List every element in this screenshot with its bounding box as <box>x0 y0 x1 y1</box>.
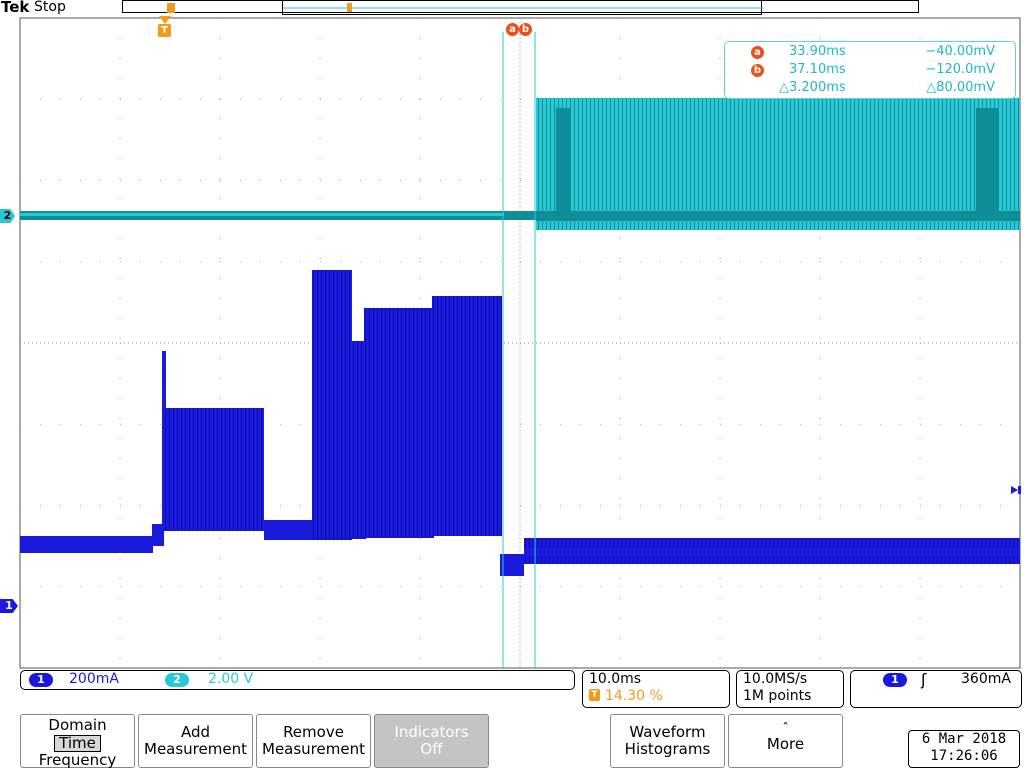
cursor-b-row: b 37.10ms −120.0mV <box>725 62 1015 80</box>
cursor-b-time: 37.10ms <box>789 62 846 77</box>
waveform-display[interactable] <box>0 16 1024 670</box>
remove-measurement-button[interactable]: Remove Measurement <box>256 714 371 768</box>
rising-edge-icon: ʃ <box>921 670 927 689</box>
domain-button[interactable]: Domain Time Frequency <box>20 714 135 769</box>
timebase-scale: 10.0ms <box>589 671 642 687</box>
record-window-indicator[interactable] <box>282 0 763 15</box>
ch2-badge[interactable]: 2 <box>165 673 189 687</box>
cursor-a-row: a 33.90ms −40.00mV <box>725 44 1015 62</box>
ch1-badge[interactable]: 1 <box>29 673 53 687</box>
trigger-source-badge: 1 <box>883 673 907 687</box>
waveform-histograms-button[interactable]: Waveform Histograms <box>610 714 725 768</box>
date-time-display[interactable]: 6 Mar 2018 17:26:06 <box>908 730 1020 768</box>
cursor-b-value: −120.0mV <box>925 62 995 77</box>
cursor-delta-row: △3.200ms △80.00mV <box>725 80 1015 98</box>
cursor-a-icon[interactable]: a <box>506 23 519 36</box>
timebase-panel[interactable]: 10.0ms T 14.30 % <box>582 670 730 708</box>
cursor-b-icon[interactable]: b <box>519 23 532 36</box>
ch2-scale[interactable]: 2.00 V <box>208 671 253 687</box>
record-trigger-marker <box>167 3 175 13</box>
current-time: 17:26:06 <box>930 748 998 764</box>
remove-measurement-line1: Remove <box>283 723 344 741</box>
acquisition-state[interactable]: Stop <box>34 0 66 15</box>
trigger-position-percent: 14.30 % <box>605 688 663 704</box>
histograms-line1: Waveform <box>629 723 706 741</box>
record-window-graphic <box>283 3 763 12</box>
indicators-state: Off <box>420 740 443 758</box>
cursor-delta-time: △3.200ms <box>779 80 846 95</box>
ch1-scale[interactable]: 200mA <box>69 671 119 687</box>
cursor-a-badge-icon: a <box>751 46 764 59</box>
domain-frequency-option[interactable]: Frequency <box>21 752 134 769</box>
acquisition-panel[interactable]: 10.0MS/s 1M points <box>736 670 844 708</box>
record-length: 1M points <box>743 688 812 704</box>
indicators-line1: Indicators <box>394 723 469 741</box>
cursor-delta-value: △80.00mV <box>926 80 995 95</box>
histograms-line2: Histograms <box>624 740 711 758</box>
sample-rate: 10.0MS/s <box>743 671 808 687</box>
trigger-position-small-icon: T <box>589 689 600 701</box>
add-measurement-line1: Add <box>180 723 211 741</box>
add-measurement-button[interactable]: Add Measurement <box>138 714 253 768</box>
cursor-b-badge-icon: b <box>751 64 764 77</box>
add-measurement-line2: Measurement <box>144 740 247 758</box>
top-status-bar: Tek Stop <box>0 0 1024 16</box>
remove-measurement-line2: Measurement <box>262 740 365 758</box>
trigger-level: 360mA <box>961 671 1011 687</box>
more-button[interactable]: ˆ More <box>728 714 843 768</box>
brand-logo: Tek <box>1 0 30 16</box>
indicators-button[interactable]: Indicators Off <box>374 714 489 768</box>
trigger-level-marker[interactable] <box>1011 486 1021 494</box>
cursor-a-time: 33.90ms <box>789 44 846 59</box>
cursor-a-value: −40.00mV <box>925 44 995 59</box>
trigger-panel[interactable]: 1 ʃ 360mA <box>850 670 1022 708</box>
cursor-readout-panel: a 33.90ms −40.00mV b 37.10ms −120.0mV △3… <box>724 41 1016 99</box>
more-label: More <box>766 735 805 753</box>
trigger-position-icon[interactable]: T <box>158 24 171 37</box>
current-date: 6 Mar 2018 <box>921 731 1007 747</box>
domain-time-option[interactable]: Time <box>54 735 101 752</box>
trigger-arrow-icon <box>159 16 171 24</box>
channel-scale-bar[interactable]: 1 200mA 2 2.00 V <box>20 670 575 690</box>
domain-label: Domain <box>48 716 107 734</box>
